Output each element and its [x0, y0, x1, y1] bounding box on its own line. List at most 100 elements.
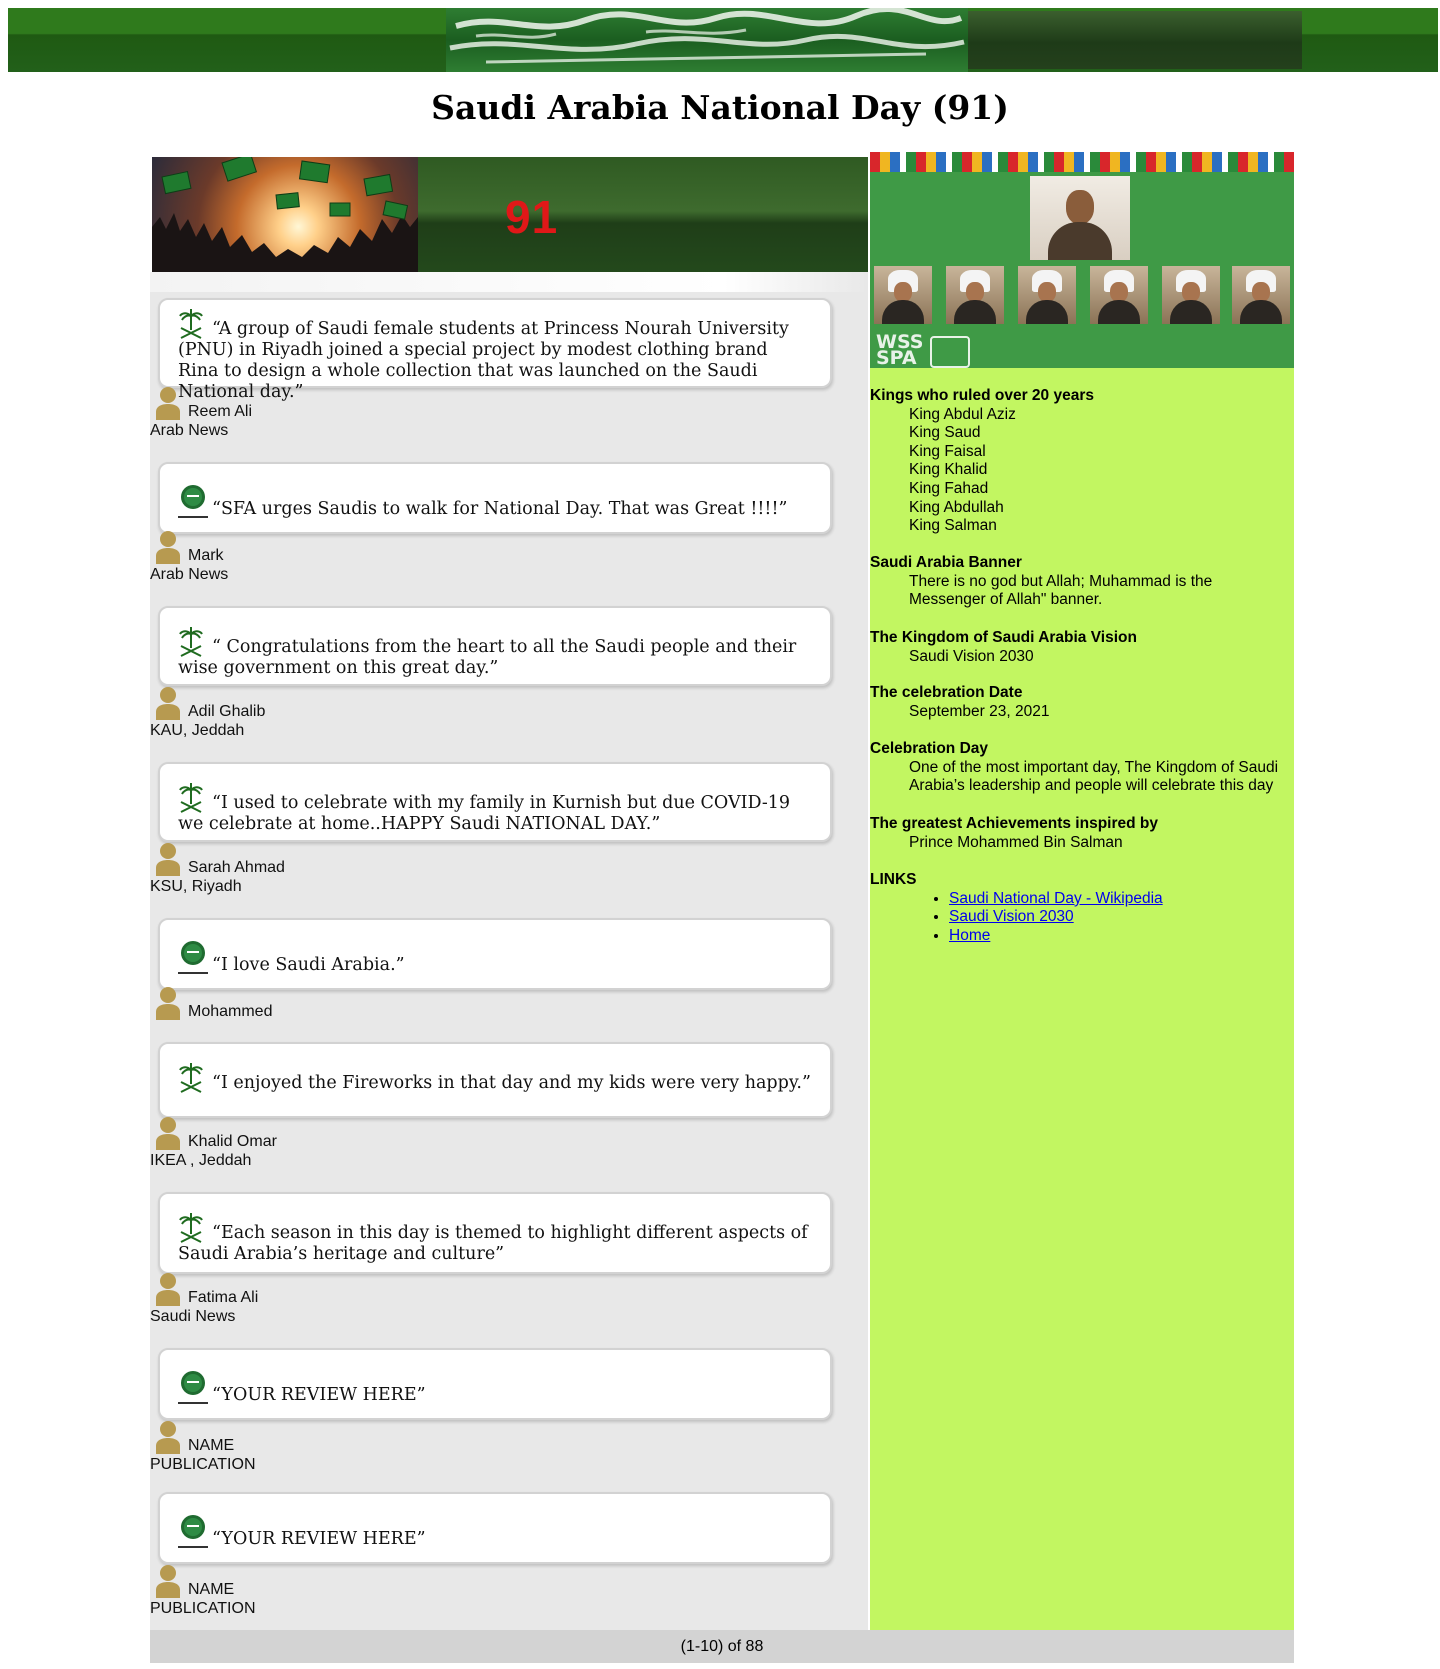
reviewer-name: Mohammed [188, 1003, 273, 1020]
reviewer-name: Adil Ghalib [188, 703, 266, 720]
user-avatar-icon [156, 387, 180, 420]
reviewer-publication: Arab News [150, 422, 229, 439]
review-card: “I love Saudi Arabia.” [158, 918, 832, 990]
info-sidebar: Kings who ruled over 20 years King Abdul… [870, 368, 1294, 1630]
review-card: “I used to celebrate with my family in K… [158, 762, 832, 842]
user-avatar-icon [156, 843, 180, 876]
achievements-text: Prince Mohammed Bin Salman [909, 833, 1123, 851]
top-banner [8, 8, 1438, 72]
king-portrait [1018, 266, 1076, 324]
review-card: “YOUR REVIEW HERE” [158, 1348, 832, 1420]
banner-text: There is no god but Allah; Muhammad is t… [909, 572, 1213, 609]
review-quote: “ Congratulations from the heart to all … [178, 626, 812, 679]
user-avatar-icon [156, 1117, 180, 1150]
kings-section: Kings who ruled over 20 years King Abdul… [870, 387, 1294, 536]
user-avatar-icon [156, 987, 180, 1020]
link-item: Saudi Vision 2030 [949, 908, 1294, 927]
reviewer-publication: KSU, Riyadh [150, 878, 242, 895]
review-quote: “YOUR REVIEW HERE” [178, 1370, 812, 1406]
review-quote: “I love Saudi Arabia.” [178, 940, 812, 976]
pagination-bar: (1-10) of 88 [150, 1630, 1294, 1663]
reviewer-publication: Arab News [150, 566, 229, 583]
review-card: “Each season in this day is themed to hi… [158, 1192, 832, 1274]
king-portrait [946, 266, 1004, 324]
vision-text: Saudi Vision 2030 [909, 647, 1034, 665]
celebration-day-section: Celebration Day One of the most importan… [870, 740, 1294, 796]
links-section: LINKS Saudi National Day - Wikipedia Sau… [870, 871, 1294, 945]
review-quote: “SFA urges Saudis to walk for National D… [178, 484, 812, 520]
reviewer-name: Sarah Ahmad [188, 859, 285, 876]
user-avatar-icon [156, 1421, 180, 1454]
palm-swords-icon [178, 626, 204, 658]
reviewer-name: Khalid Omar [188, 1133, 277, 1150]
page-title: Saudi Arabia National Day (91) [431, 88, 1009, 127]
achievements-section: The greatest Achievements inspired by Pr… [870, 815, 1294, 852]
header-green-banner [418, 157, 868, 277]
kings-portraits-banner: WSS SPA [870, 152, 1294, 368]
user-avatar-icon [156, 1273, 180, 1306]
king-item: King Faisal [909, 442, 986, 460]
review-card: “YOUR REVIEW HERE” [158, 1492, 832, 1564]
sadu-pattern-strip [870, 152, 1294, 172]
king-portrait [874, 266, 932, 324]
review-card: “A group of Saudi female students at Pri… [158, 298, 832, 402]
palm-swords-icon [178, 1062, 204, 1094]
reviewer-publication: PUBLICATION [150, 1456, 256, 1473]
user-avatar-icon [156, 687, 180, 720]
vision-2030-link[interactable]: Saudi Vision 2030 [949, 908, 1074, 925]
reviewer-publication: Saudi News [150, 1308, 236, 1325]
palm-swords-icon [178, 782, 204, 814]
reviewer-name: Fatima Ali [188, 1289, 259, 1306]
link-item: Saudi National Day - Wikipedia [949, 890, 1294, 909]
date-heading: The celebration Date [870, 684, 1023, 701]
links-heading: LINKS [870, 871, 917, 888]
kings-heading: Kings who ruled over 20 years [870, 387, 1094, 404]
saudi-emblem-icon [178, 940, 208, 976]
wikipedia-link[interactable]: Saudi National Day - Wikipedia [949, 890, 1163, 907]
review-card: “SFA urges Saudis to walk for National D… [158, 462, 832, 534]
reviewer-publication: PUBLICATION [150, 1600, 256, 1617]
reviewer-name: Mark [188, 547, 224, 564]
king-item: King Saud [909, 424, 981, 442]
saudi-emblem-icon [178, 484, 208, 520]
achievements-heading: The greatest Achievements inspired by [870, 815, 1158, 832]
king-portrait [1232, 266, 1290, 324]
king-item: King Abdullah [909, 498, 1004, 516]
king-item: King Fahad [909, 479, 989, 497]
vision-section: The Kingdom of Saudi Arabia Vision Saudi… [870, 629, 1294, 666]
king-item: King Salman [909, 517, 997, 535]
review-quote: “Each season in this day is themed to hi… [178, 1212, 812, 1265]
review-card: “ Congratulations from the heart to all … [158, 606, 832, 686]
celebration-day-heading: Celebration Day [870, 740, 989, 757]
reviewer-publication: IKEA , Jeddah [150, 1152, 252, 1169]
banner-section: Saudi Arabia Banner There is no god but … [870, 554, 1294, 610]
review-quote: “I used to celebrate with my family in K… [178, 782, 812, 835]
saudi-flag-image [446, 8, 968, 72]
review-card: “I enjoyed the Fireworks in that day and… [158, 1042, 832, 1118]
reviewer-name: Reem Ali [188, 403, 253, 420]
king-portrait [1090, 266, 1148, 324]
king-item: King Khalid [909, 461, 988, 479]
wss-logo: WSS SPA [876, 333, 970, 368]
palm-swords-icon [178, 1212, 204, 1244]
links-list: Saudi National Day - Wikipedia Saudi Vis… [870, 890, 1294, 946]
king-portrait [1162, 266, 1220, 324]
review-quote: “YOUR REVIEW HERE” [178, 1514, 812, 1550]
link-item: Home [949, 927, 1294, 946]
reviewer-name: NAME [188, 1581, 235, 1598]
reviewer-name: NAME [188, 1437, 235, 1454]
banner-heading: Saudi Arabia Banner [870, 554, 1022, 571]
review-quote: “I enjoyed the Fireworks in that day and… [178, 1062, 812, 1094]
king-item: King Abdul Aziz [909, 405, 1016, 423]
banner-dark-panel [968, 11, 1302, 69]
celebration-day-text: One of the most important day, The Kingd… [909, 758, 1279, 795]
user-avatar-icon [156, 1565, 180, 1598]
saudi-emblem-icon [178, 1514, 208, 1550]
user-avatar-icon [156, 531, 180, 564]
reviewer-publication: KAU, Jeddah [150, 722, 245, 739]
reviews-column: “A group of Saudi female students at Pri… [150, 272, 868, 1630]
national-day-number: 91 [505, 191, 559, 243]
home-link[interactable]: Home [949, 927, 990, 944]
celebration-crowd-image [152, 157, 418, 277]
date-text: September 23, 2021 [909, 702, 1050, 720]
